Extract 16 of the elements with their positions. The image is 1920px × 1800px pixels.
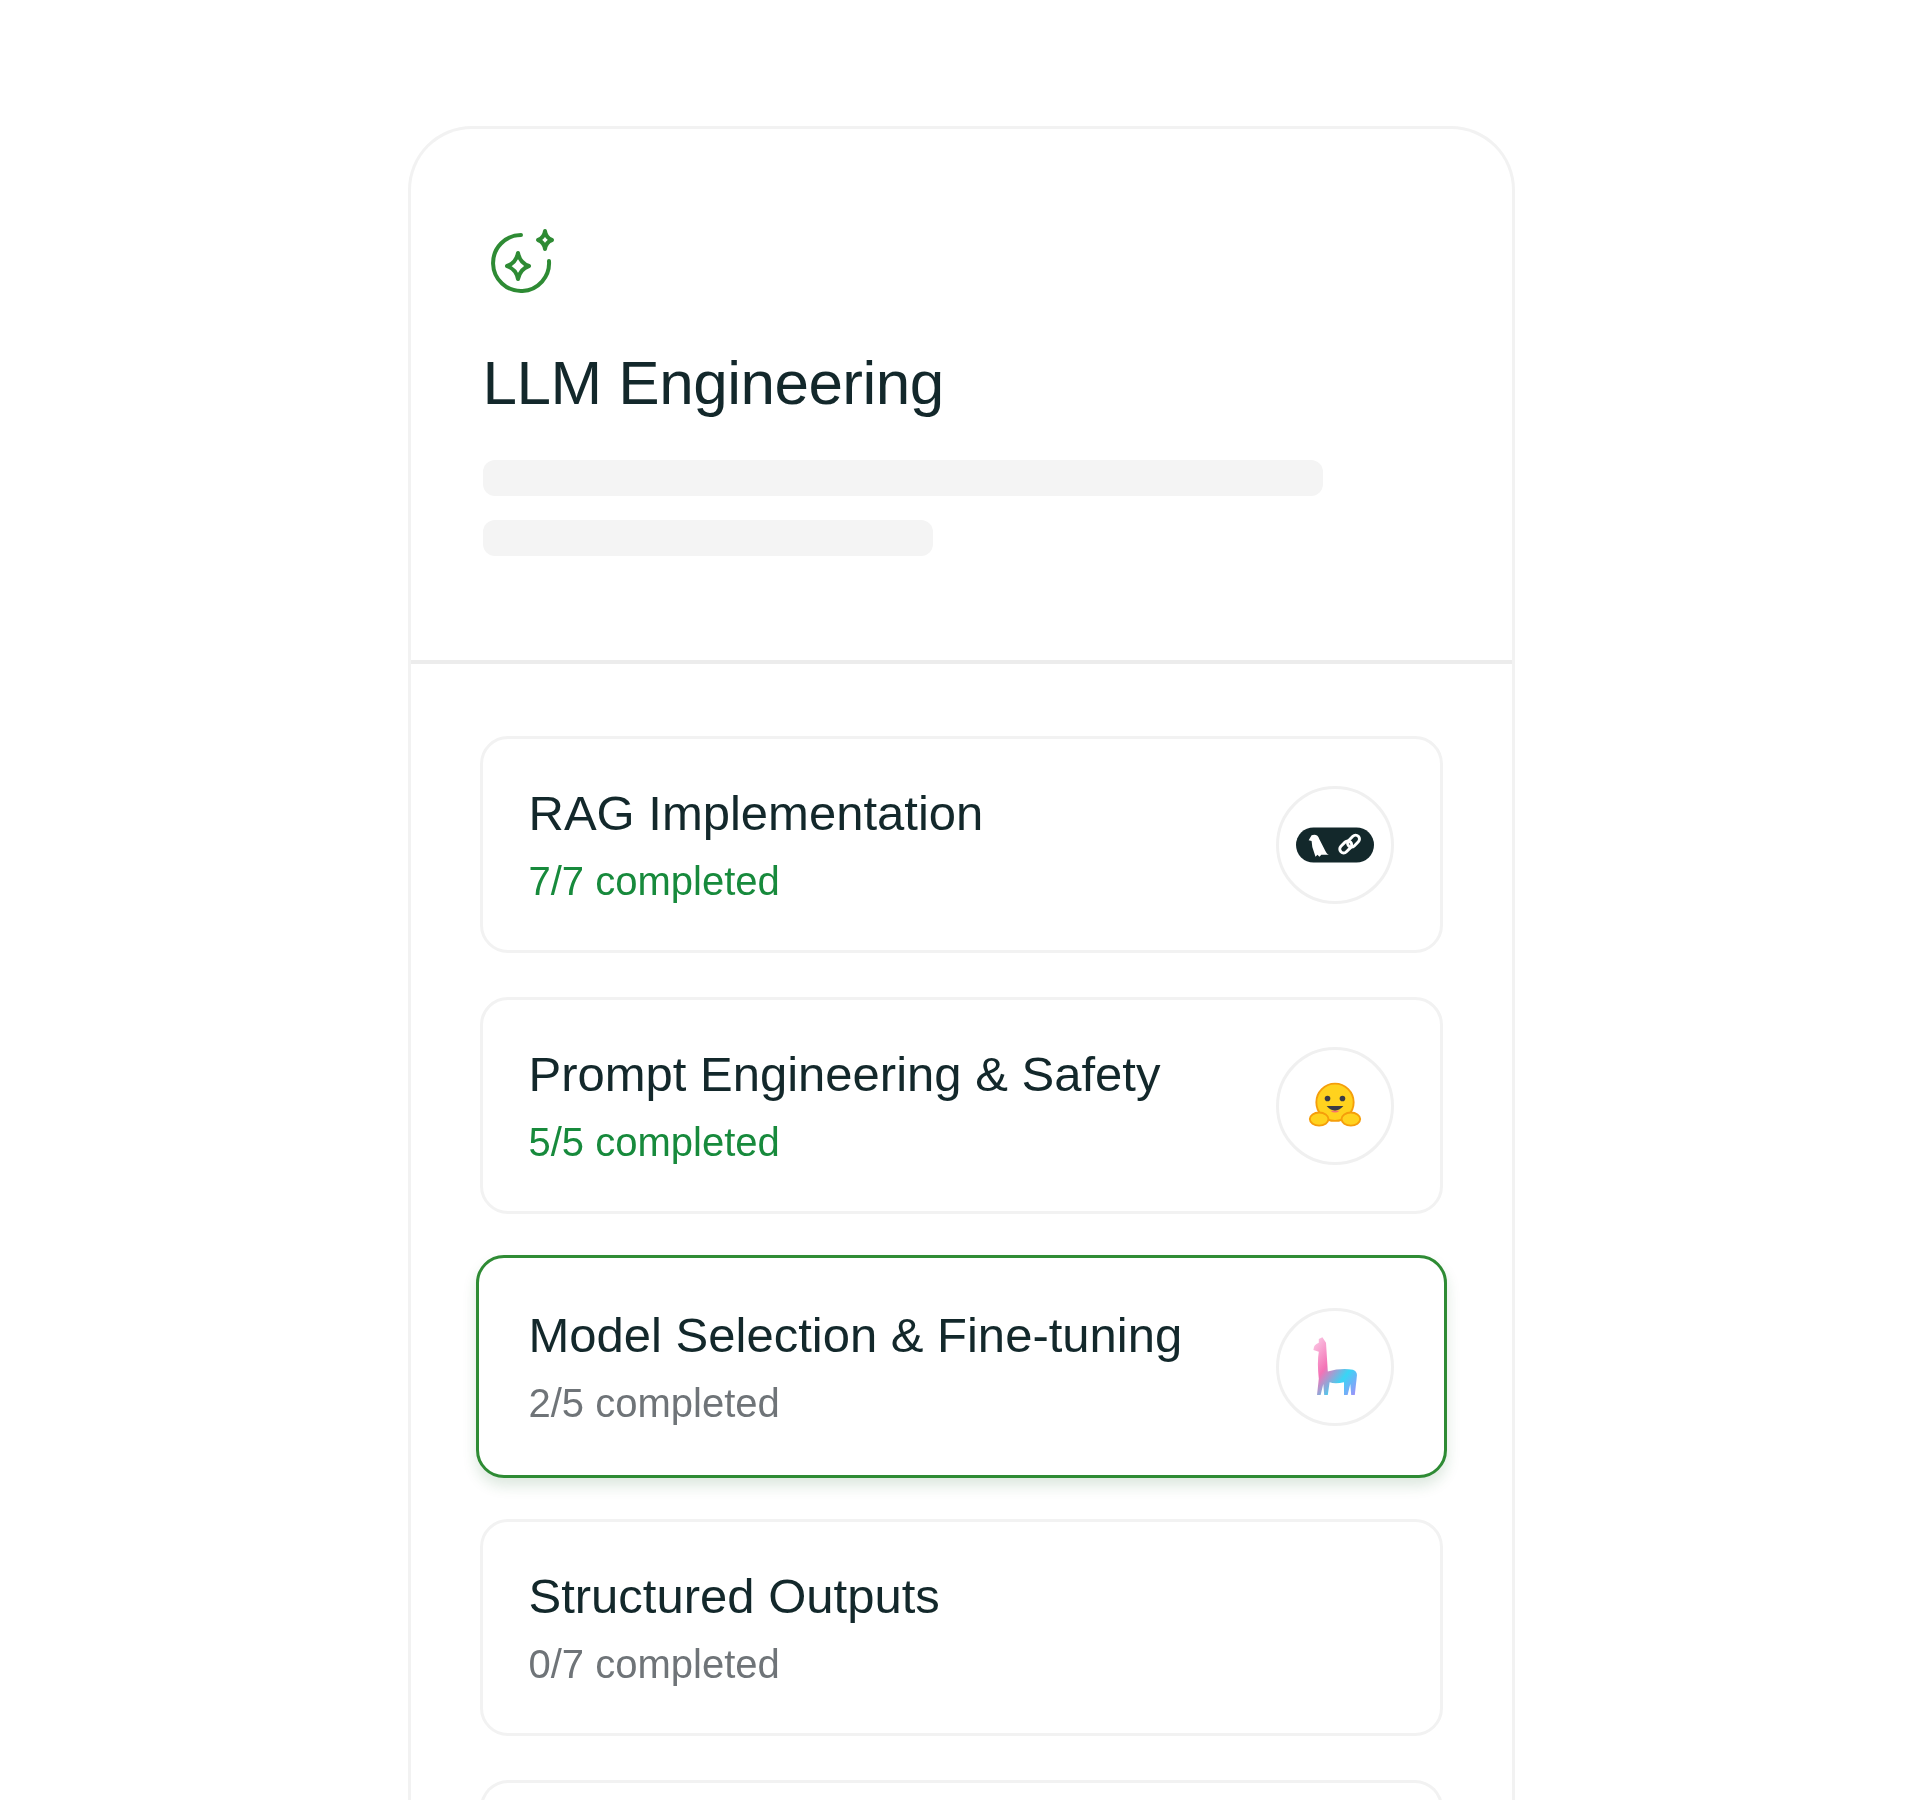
- module-card[interactable]: Prompt Engineering & Safety 5/5 completed: [479, 997, 1443, 1214]
- module-card[interactable]: Model Selection & Fine-tuning 2/5 completed: [475, 1255, 1447, 1478]
- llama-icon: [1275, 1307, 1394, 1426]
- module-title: Prompt Engineering & Safety: [528, 1046, 1161, 1102]
- module-title: RAG Implementation: [528, 785, 984, 841]
- progress-text: 7/7 completed: [528, 859, 781, 904]
- module-title: Structured Outputs: [528, 1568, 940, 1624]
- module-card[interactable]: Structured Outputs 0/7 completed: [479, 1519, 1443, 1736]
- parrot-link-icon: [1275, 785, 1394, 904]
- module-card[interactable]: RAG Implementation 7/7 completed: [479, 736, 1443, 953]
- hugging-face-icon: [1275, 1046, 1394, 1165]
- progress-text: 0/7 completed: [528, 1642, 781, 1687]
- course-title: LLM Engineering: [482, 347, 944, 418]
- progress-text: 5/5 completed: [528, 1120, 781, 1165]
- progress-text: 2/5 completed: [528, 1381, 781, 1426]
- module-title: Model Selection & Fine-tuning: [528, 1307, 1183, 1363]
